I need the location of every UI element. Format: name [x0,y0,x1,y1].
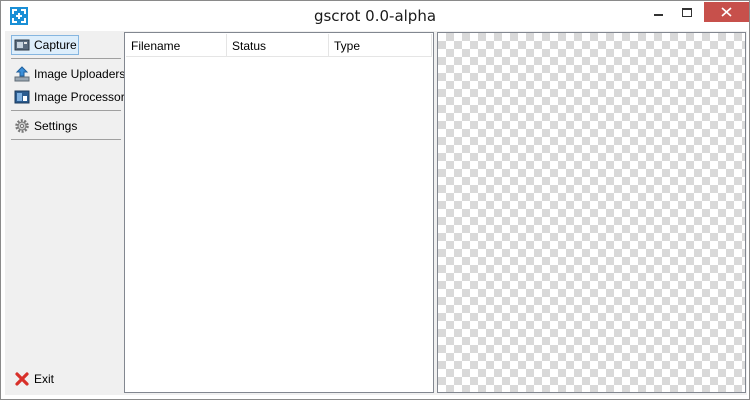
red-x-icon [14,371,30,387]
divider [11,110,121,111]
sidebar-item-label: Image Processors [34,90,131,104]
camera-icon [14,37,30,53]
image-processor-icon [14,89,30,105]
divider [11,139,121,140]
minimize-icon [654,14,663,16]
close-button[interactable] [704,2,749,22]
sidebar-item-label: Exit [34,372,55,386]
column-header-type[interactable]: Type [329,34,432,57]
maximize-icon [682,8,692,17]
sidebar-item-label: Settings [34,119,78,133]
upload-icon [14,66,30,82]
close-icon [721,7,732,17]
divider [11,58,121,59]
sidebar-item-exit[interactable]: Exit [11,369,119,389]
file-list[interactable]: Filename Status Type [124,32,434,393]
sidebar-item-label: Capture [34,38,77,52]
window-title: gscrot 0.0-alpha [313,7,437,25]
app-window: gscrot 0.0-alpha Capture Image Uploaders… [0,0,750,400]
sidebar-item-capture[interactable]: Capture [11,35,119,55]
column-header-status[interactable]: Status [227,34,329,57]
gear-icon [14,118,30,134]
sidebar-item-label: Image Uploaders [34,67,126,81]
sidebar-item-settings[interactable]: Settings [11,116,119,136]
sidebar-item-image-processors[interactable]: Image Processors [11,87,131,107]
minimize-button[interactable] [645,2,673,22]
sidebar: Capture Image Uploaders Image Processors… [5,31,131,393]
title-bar[interactable]: gscrot 0.0-alpha [1,1,749,31]
selection-highlight: Capture [11,35,79,55]
image-preview [437,32,746,393]
main-area: Capture Image Uploaders Image Processors… [5,31,747,395]
maximize-button[interactable] [673,2,701,22]
sidebar-item-image-uploaders[interactable]: Image Uploaders [11,64,125,84]
column-header-filename[interactable]: Filename [126,34,227,57]
